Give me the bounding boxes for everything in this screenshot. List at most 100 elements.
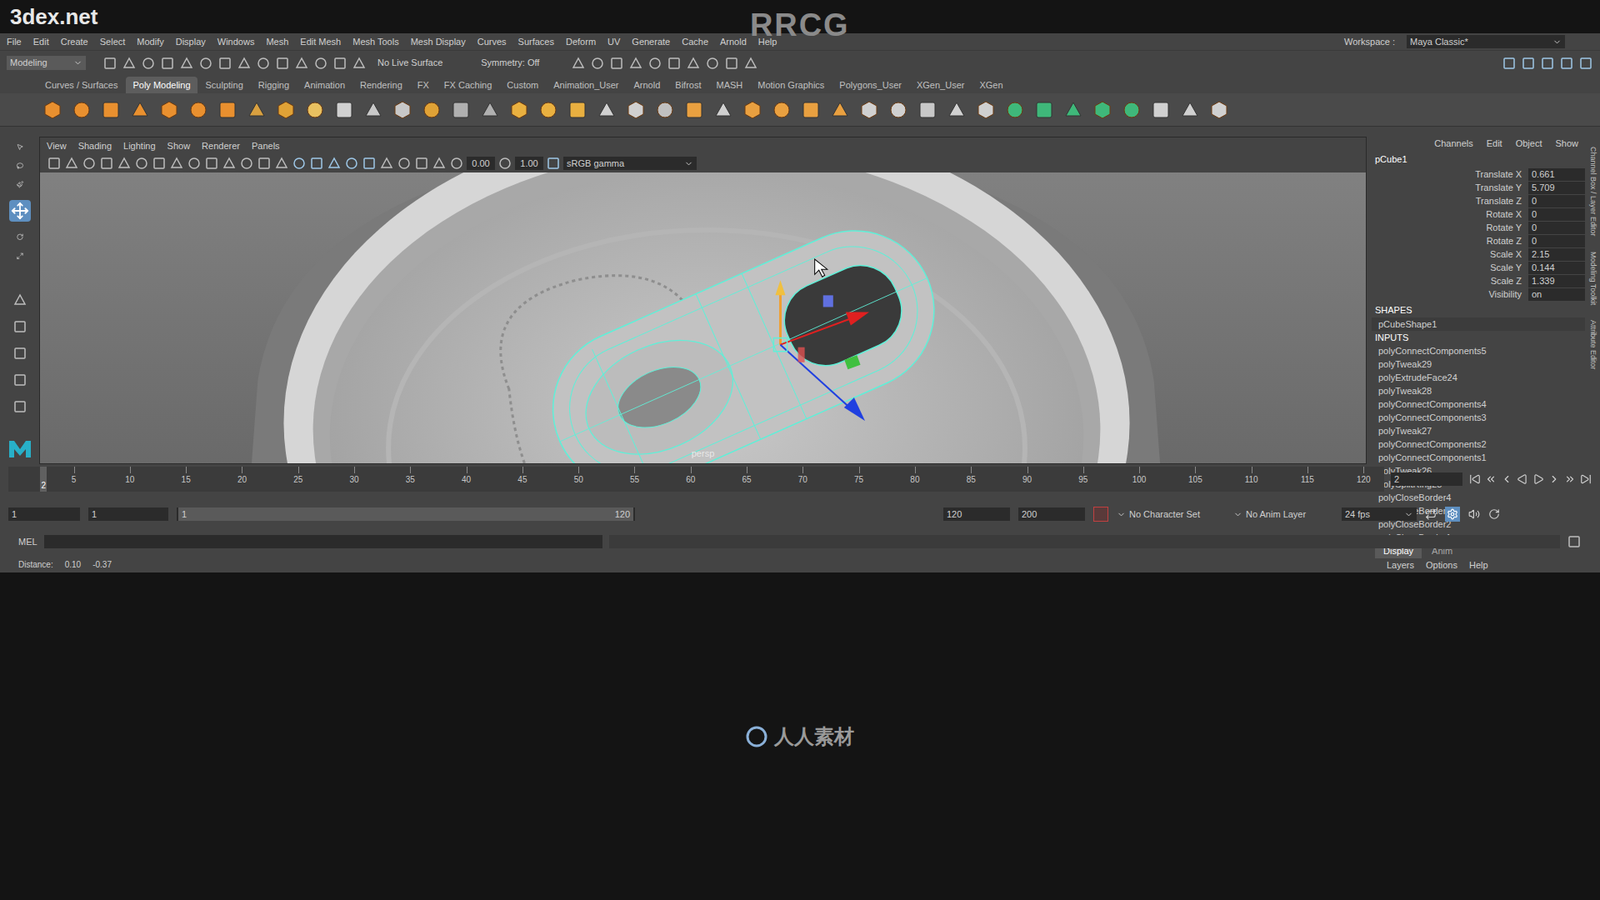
play-forward-icon[interactable] xyxy=(1532,473,1545,485)
menu-item[interactable]: Modify xyxy=(136,35,164,50)
current-time-marker[interactable]: 2 xyxy=(40,466,47,492)
viewport-toggle-icon[interactable] xyxy=(344,155,360,171)
input-item[interactable]: polyConnectComponents2 xyxy=(1371,437,1585,451)
menu-item[interactable]: Create xyxy=(60,35,89,50)
shelf-tool-icon[interactable] xyxy=(187,99,210,121)
status-tool-icon[interactable] xyxy=(255,55,271,71)
attribute-row[interactable]: Rotate Z0 xyxy=(1371,234,1585,248)
range-slider[interactable]: 1120 xyxy=(176,507,635,521)
input-item[interactable]: polyConnectComponents5 xyxy=(1371,344,1585,358)
shelf-tool-icon[interactable] xyxy=(858,99,880,121)
channel-menu-item[interactable]: Object xyxy=(1515,136,1543,151)
playback-settings-icon[interactable] xyxy=(1446,508,1459,520)
viewport-toggle-icon[interactable] xyxy=(169,155,185,171)
scale-tool-icon[interactable] xyxy=(10,252,30,260)
render-tool-icon[interactable] xyxy=(647,55,663,71)
input-item[interactable]: polyTweak28 xyxy=(1371,384,1585,398)
shelf-tool-icon[interactable] xyxy=(741,99,764,121)
viewport-toggle-icon[interactable] xyxy=(134,155,150,171)
menu-item[interactable]: Cache xyxy=(681,35,709,50)
status-tool-icon[interactable] xyxy=(160,55,175,71)
range-start-field[interactable]: 1 xyxy=(88,507,169,522)
menu-item[interactable]: Edit Mesh xyxy=(300,35,341,50)
panel-toggle-icon[interactable] xyxy=(1501,55,1517,71)
anim-layer-dropdown[interactable]: No Anim Layer xyxy=(1233,507,1334,522)
shelf-tool-icon[interactable] xyxy=(304,99,326,121)
viewport-toggle-icon[interactable] xyxy=(309,155,325,171)
input-item[interactable]: polyConnectComponents1 xyxy=(1371,450,1585,465)
shelf-tool-icon[interactable] xyxy=(916,99,939,121)
menu-item[interactable]: Mesh Display xyxy=(410,35,466,50)
shelf-tool-icon[interactable] xyxy=(1208,99,1230,121)
render-tool-icon[interactable] xyxy=(590,55,605,71)
last-tool-icon[interactable] xyxy=(12,292,28,308)
layer-menu-item[interactable]: Options xyxy=(1425,558,1458,573)
render-tool-icon[interactable] xyxy=(685,55,701,71)
exposure-field[interactable]: 0.00 xyxy=(466,156,495,171)
shelf-tool-icon[interactable] xyxy=(450,99,472,121)
channel-menu-item[interactable]: Show xyxy=(1555,136,1579,151)
input-item[interactable]: polyTweak27 xyxy=(1371,424,1585,438)
gamma-icon[interactable] xyxy=(497,155,513,171)
shelf-tool-icon[interactable] xyxy=(216,99,239,121)
shelf-tool-icon[interactable] xyxy=(566,99,589,121)
select-tool-icon[interactable] xyxy=(10,143,30,151)
status-tool-icon[interactable] xyxy=(102,55,118,71)
shelf-tool-icon[interactable] xyxy=(1033,99,1055,121)
shelf-tool-icon[interactable] xyxy=(654,99,676,121)
end-time-field[interactable]: 200 xyxy=(1018,507,1085,522)
shape-item[interactable]: pCubeShape1 xyxy=(1371,317,1585,331)
menu-item[interactable]: UV xyxy=(607,35,620,50)
layout-single-icon[interactable] xyxy=(12,319,28,335)
status-tool-icon[interactable] xyxy=(294,55,310,71)
viewport-toggle-icon[interactable] xyxy=(239,155,255,171)
side-tab[interactable]: Attribute Editor xyxy=(1586,320,1599,370)
shelf-tab[interactable]: FX Caching xyxy=(437,76,499,94)
status-tool-icon[interactable] xyxy=(217,55,233,71)
shelf-tab[interactable]: FX xyxy=(410,76,436,94)
menu-item[interactable]: Display xyxy=(175,35,206,50)
viewport-toggle-icon[interactable] xyxy=(414,155,430,171)
shelf-tool-icon[interactable] xyxy=(100,99,122,121)
move-tool-icon[interactable] xyxy=(10,201,30,220)
attribute-row[interactable]: Scale Y0.144 xyxy=(1371,260,1585,275)
shelf-tab[interactable]: Rigging xyxy=(251,76,296,94)
step-back-frame-icon[interactable] xyxy=(1500,473,1513,485)
shelf-tab[interactable]: Bifrost xyxy=(668,76,708,94)
range-end-field[interactable]: 120 xyxy=(943,507,1010,522)
viewport-toggle-icon[interactable] xyxy=(431,155,447,171)
step-forward-key-icon[interactable] xyxy=(1564,473,1576,485)
menu-item[interactable]: Surfaces xyxy=(518,35,555,50)
attribute-row[interactable]: Rotate X0 xyxy=(1371,207,1585,221)
input-item[interactable]: polyConnectComponents4 xyxy=(1371,397,1585,411)
viewport-toggle-icon[interactable] xyxy=(99,155,115,171)
attribute-row[interactable]: Visibilityon xyxy=(1371,287,1585,301)
menu-item[interactable]: Mesh xyxy=(265,35,289,50)
workspace-dropdown[interactable]: Maya Classic* xyxy=(1406,35,1565,50)
status-tool-icon[interactable] xyxy=(179,55,195,71)
shelf-tool-icon[interactable] xyxy=(945,99,968,121)
render-tool-icon[interactable] xyxy=(705,55,720,71)
panel-menu-item[interactable]: View xyxy=(46,139,67,154)
shelf-tool-icon[interactable] xyxy=(887,99,910,121)
shelf-tab[interactable]: MASH xyxy=(709,76,750,94)
shelf-tab[interactable]: Poly Modeling xyxy=(125,76,197,94)
shelf-tab[interactable]: Animation_User xyxy=(546,76,625,94)
side-tab[interactable]: Modeling Toolkit xyxy=(1586,251,1599,305)
shelf-tab[interactable]: XGen_User xyxy=(910,76,971,94)
menu-item[interactable]: Deform xyxy=(565,35,596,50)
shelf-tool-icon[interactable] xyxy=(1179,99,1201,121)
render-tool-icon[interactable] xyxy=(609,55,625,71)
viewport-toggle-icon[interactable] xyxy=(46,155,62,171)
render-tool-icon[interactable] xyxy=(743,55,759,71)
channel-menu-item[interactable]: Channels xyxy=(1434,136,1473,151)
shelf-tool-icon[interactable] xyxy=(625,99,647,121)
shelf-tab[interactable]: Sculpting xyxy=(199,76,250,94)
panel-menu-item[interactable]: Lighting xyxy=(123,139,156,154)
shelf-tool-icon[interactable] xyxy=(800,99,822,121)
attribute-row[interactable]: Rotate Y0 xyxy=(1371,220,1585,235)
input-item[interactable]: polyCloseBorder4 xyxy=(1371,490,1585,505)
start-time-field[interactable]: 1 xyxy=(8,507,80,522)
auto-key-icon[interactable] xyxy=(1093,506,1109,522)
panel-toggle-icon[interactable] xyxy=(1540,55,1555,71)
